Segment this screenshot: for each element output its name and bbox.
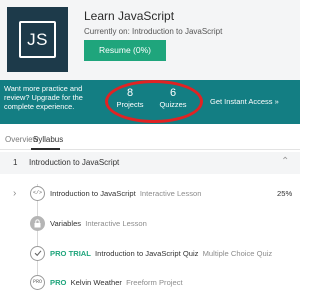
section-number: 1 — [13, 158, 18, 167]
lesson-progress-percent: 25% — [277, 189, 293, 198]
quiz-icon — [30, 246, 45, 261]
course-logo: JS — [7, 7, 68, 72]
lesson-type: Multiple Choice Quiz — [202, 249, 273, 258]
lock-icon — [30, 216, 45, 231]
lesson-name[interactable]: Introduction to JavaScript Quiz — [95, 249, 198, 258]
lesson-item[interactable]: Variables Interactive Lesson — [0, 216, 300, 234]
course-logo-text: JS — [19, 21, 56, 58]
lesson-item[interactable]: PRO PRO Kelvin Weather Freeform Project — [0, 275, 300, 291]
lesson-name[interactable]: Variables — [50, 219, 81, 228]
highlight-annotation-ring — [105, 80, 203, 123]
lesson-type: Interactive Lesson — [139, 189, 202, 198]
section-title: Introduction to JavaScript — [29, 158, 120, 167]
syllabus-section-header[interactable]: 1 Introduction to JavaScript ⌃ — [0, 152, 300, 174]
course-header: JS Learn JavaScript Currently on: Introd… — [0, 0, 300, 80]
course-tabs: Overview Syllabus — [0, 130, 300, 150]
chevron-up-icon[interactable]: ⌃ — [281, 156, 289, 167]
pro-trial-tag: PRO TRIAL — [50, 249, 91, 258]
code-icon: </> — [30, 186, 45, 201]
get-instant-access-link[interactable]: Get Instant Access » — [210, 97, 279, 106]
lesson-name[interactable]: Kelvin Weather — [71, 278, 122, 287]
current-lesson-text: Currently on: Introduction to JavaScript — [84, 27, 223, 36]
chevron-right-icon[interactable]: › — [13, 188, 16, 200]
upgrade-text: Want more practice and review? Upgrade f… — [4, 84, 83, 112]
resume-button[interactable]: Resume (0%) — [84, 40, 166, 61]
project-icon: PRO — [30, 275, 45, 290]
lesson-item[interactable]: › </> Introduction to JavaScript Interac… — [0, 186, 300, 204]
course-title: Learn JavaScript — [84, 9, 175, 23]
tab-syllabus[interactable]: Syllabus — [33, 135, 63, 144]
pro-tag: PRO — [50, 278, 67, 287]
lesson-name[interactable]: Introduction to JavaScript — [50, 189, 136, 198]
active-tab-underline — [31, 148, 60, 150]
lesson-type: Freeform Project — [126, 278, 183, 287]
lesson-item[interactable]: PRO TRIAL Introduction to JavaScript Qui… — [0, 246, 300, 264]
lesson-type: Interactive Lesson — [85, 219, 147, 228]
